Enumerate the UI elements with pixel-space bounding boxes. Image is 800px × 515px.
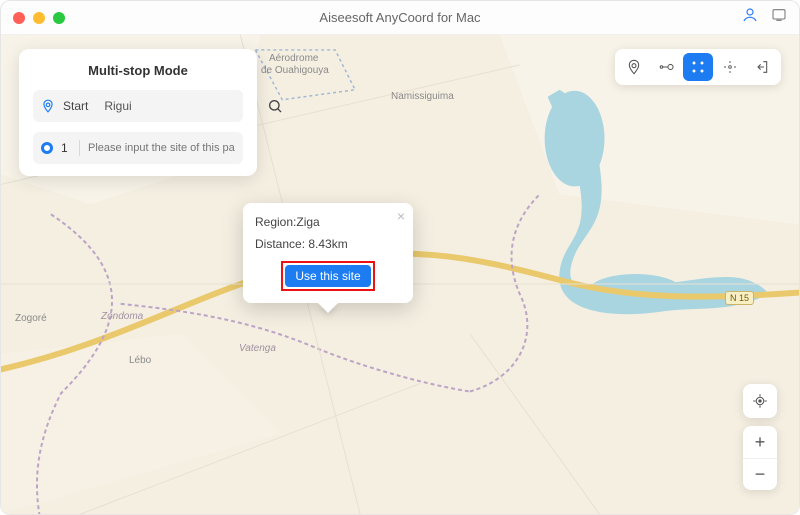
account-icon[interactable]: [741, 6, 759, 29]
start-search-row: Start: [33, 90, 243, 122]
app-window: Aiseesoft AnyCoord for Mac: [0, 0, 800, 515]
close-icon[interactable]: ×: [397, 209, 405, 223]
mode-modify-location[interactable]: [619, 53, 649, 81]
zoom-out-button[interactable]: −: [743, 458, 777, 490]
stop-number: 1: [61, 141, 71, 155]
app-title: Aiseesoft AnyCoord for Mac: [1, 10, 799, 25]
highlight-box: Use this site: [281, 261, 374, 291]
use-this-site-button[interactable]: Use this site: [285, 265, 370, 287]
titlebar: Aiseesoft AnyCoord for Mac: [1, 1, 799, 35]
stop-input-1[interactable]: [88, 142, 235, 154]
mode-joystick[interactable]: [715, 53, 745, 81]
location-popup: × Region:Ziga Distance: 8.43km Use this …: [243, 203, 413, 303]
popup-distance-line: Distance: 8.43km: [255, 237, 401, 251]
stop-row-1: 1: [33, 132, 243, 164]
zoom-controls: + −: [743, 426, 777, 490]
stop-radio-icon: [41, 142, 53, 154]
popup-pointer: [318, 303, 338, 313]
zoom-in-button[interactable]: +: [743, 426, 777, 458]
popup-region-value: Ziga: [296, 215, 319, 229]
mode-one-stop[interactable]: [651, 53, 681, 81]
mode-multi-stop[interactable]: [683, 53, 713, 81]
popup-region-label: Region:: [255, 215, 296, 229]
panel-title: Multi-stop Mode: [33, 63, 243, 78]
search-icon[interactable]: [267, 98, 283, 114]
feedback-icon[interactable]: [771, 7, 787, 28]
popup-distance-value: 8.43km: [308, 237, 347, 251]
start-input[interactable]: [104, 99, 259, 113]
divider: [79, 140, 80, 156]
start-label: Start: [63, 99, 88, 113]
mode-toolbar: [615, 49, 781, 85]
popup-region-line: Region:Ziga: [255, 215, 401, 229]
mode-exit[interactable]: [747, 53, 777, 81]
recenter-button[interactable]: [743, 384, 777, 418]
popup-distance-label: Distance:: [255, 237, 305, 251]
content-area: Aérodrome de Ouahigouya Namissiguima Zog…: [1, 35, 799, 514]
start-pin-icon: [41, 99, 55, 113]
road-badge-n15: N 15: [725, 291, 754, 305]
multi-stop-panel: Multi-stop Mode Start 1: [19, 49, 257, 176]
